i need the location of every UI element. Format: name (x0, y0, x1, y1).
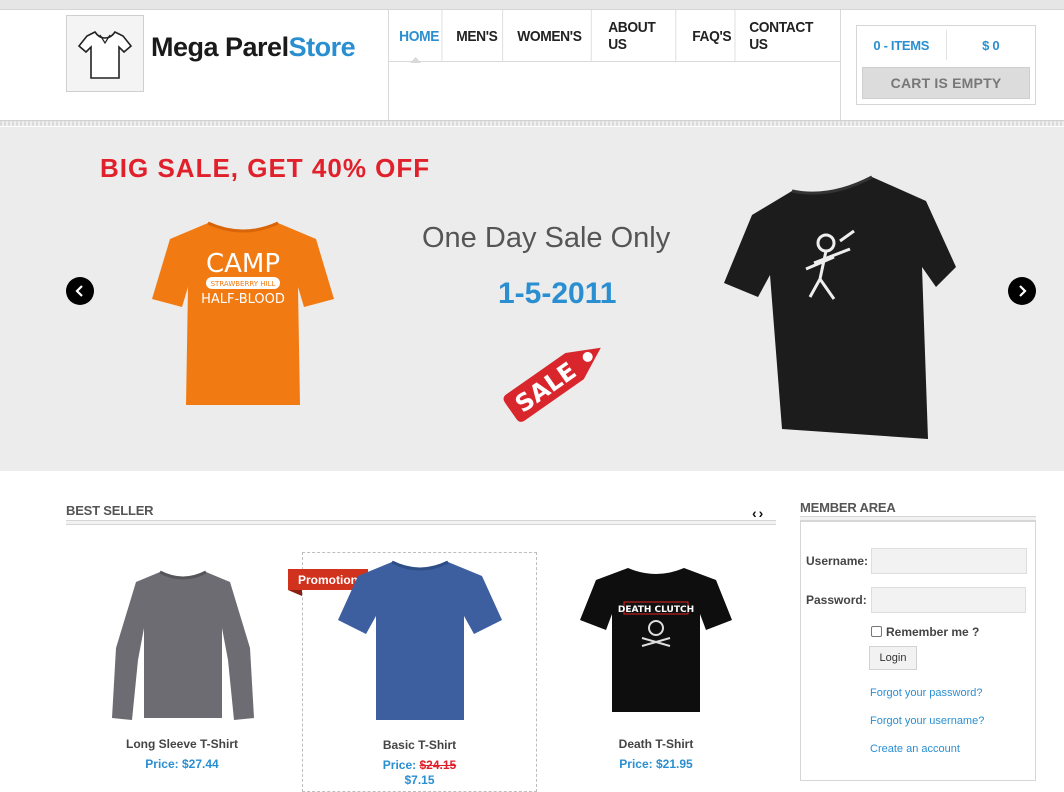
top-strip (0, 0, 1064, 10)
nav-home[interactable]: HOME (389, 10, 443, 63)
black-tshirt-image (724, 175, 956, 439)
username-label: Username: (806, 554, 869, 568)
tshirt-icon (77, 30, 133, 79)
banner-next-arrow[interactable] (1008, 277, 1036, 305)
cart-widget: 0 - ITEMS $ 0 CART IS EMPTY (856, 25, 1036, 105)
password-field[interactable] (871, 587, 1026, 613)
sale-tag-image: SALE (503, 347, 601, 422)
old-price: $24.15 (419, 758, 457, 772)
product-card[interactable]: DEATH CLUTCH Death T-Shirt Price: $21.95 (540, 560, 772, 784)
best-seller-arrows: ‹› (752, 505, 765, 521)
new-price: $7.15 (404, 773, 435, 787)
product-image-basic-tshirt[interactable] (336, 558, 504, 724)
password-label: Password: (806, 593, 867, 607)
banner-subheadline: One Day Sale Only (422, 222, 671, 254)
product-image-long-sleeve[interactable] (110, 568, 256, 724)
cart-total[interactable]: $ 0 (945, 30, 1036, 60)
logo-accent: Store (288, 32, 356, 62)
nav-faqs[interactable]: FAQ'S (683, 10, 736, 62)
shirt-text-small: STRAWBERRY HILL (211, 280, 276, 288)
chevron-right-icon[interactable]: › (759, 505, 766, 521)
main-nav: HOME MEN'S WOMEN'S ABOUT US FAQ'S CONTAC… (389, 10, 840, 63)
forgot-password-link[interactable]: Forgot your password? (870, 687, 983, 699)
product-price: Price: $27.44 (145, 757, 219, 771)
best-seller-divider (66, 520, 776, 525)
orange-tshirt-image: CAMP STRAWBERRY HILL HALF-BLOOD (152, 221, 334, 405)
product-name[interactable]: Basic T-Shirt (302, 738, 537, 752)
create-account-link[interactable]: Create an account (870, 743, 960, 755)
logo-text[interactable]: Mega ParelStore (151, 32, 356, 63)
product-name[interactable]: Long Sleeve T-Shirt (66, 737, 298, 751)
logo-main: Mega Parel (151, 32, 289, 62)
nav-mens[interactable]: MEN'S (447, 10, 504, 62)
banner-date: 1-5-2011 (498, 277, 617, 310)
login-button[interactable]: Login (869, 646, 917, 670)
nav-about-us[interactable]: ABOUT US (599, 10, 677, 62)
chevron-right-icon (1019, 285, 1027, 297)
remember-me-checkbox[interactable] (871, 626, 882, 637)
logo-icon[interactable] (66, 15, 144, 92)
banner-headline: BIG SALE, GET 40% OFF (100, 153, 431, 183)
forgot-username-link[interactable]: Forgot your username? (870, 715, 984, 727)
product-price: Price: $21.95 (619, 757, 693, 771)
product-price: Price: $24.15 (302, 758, 537, 772)
promo-banner: BIG SALE, GET 40% OFF CAMP STRAWBERRY HI… (0, 127, 1064, 471)
shirt-text-camp: CAMP (206, 249, 280, 279)
product-name[interactable]: Death T-Shirt (540, 737, 772, 751)
product-card[interactable]: Long Sleeve T-Shirt Price: $27.44 (66, 560, 298, 784)
product-card[interactable]: Basic T-Shirt Price: $24.15 $7.15 (302, 552, 537, 787)
username-field[interactable] (871, 548, 1027, 574)
remember-me-label: Remember me ? (886, 625, 980, 639)
shirt-text-death: DEATH CLUTCH (618, 605, 694, 615)
cart-status-button[interactable]: CART IS EMPTY (862, 67, 1030, 99)
chevron-left-icon[interactable]: ‹ (752, 505, 759, 521)
header-divider (0, 120, 1064, 126)
chevron-left-icon (75, 285, 83, 297)
product-image-death-tshirt[interactable]: DEATH CLUTCH (578, 564, 734, 716)
best-seller-title: BEST SELLER (66, 503, 154, 518)
member-area-title: MEMBER AREA (800, 500, 896, 515)
price-prefix: Price: (382, 758, 417, 772)
cart-items-count[interactable]: 0 - ITEMS (857, 30, 946, 60)
shirt-text-halfblood: HALF-BLOOD (201, 292, 285, 307)
nav-womens[interactable]: WOMEN'S (508, 10, 592, 62)
nav-contact-us[interactable]: CONTACT US (740, 10, 832, 62)
banner-prev-arrow[interactable] (66, 277, 94, 305)
header-divider (840, 10, 841, 120)
